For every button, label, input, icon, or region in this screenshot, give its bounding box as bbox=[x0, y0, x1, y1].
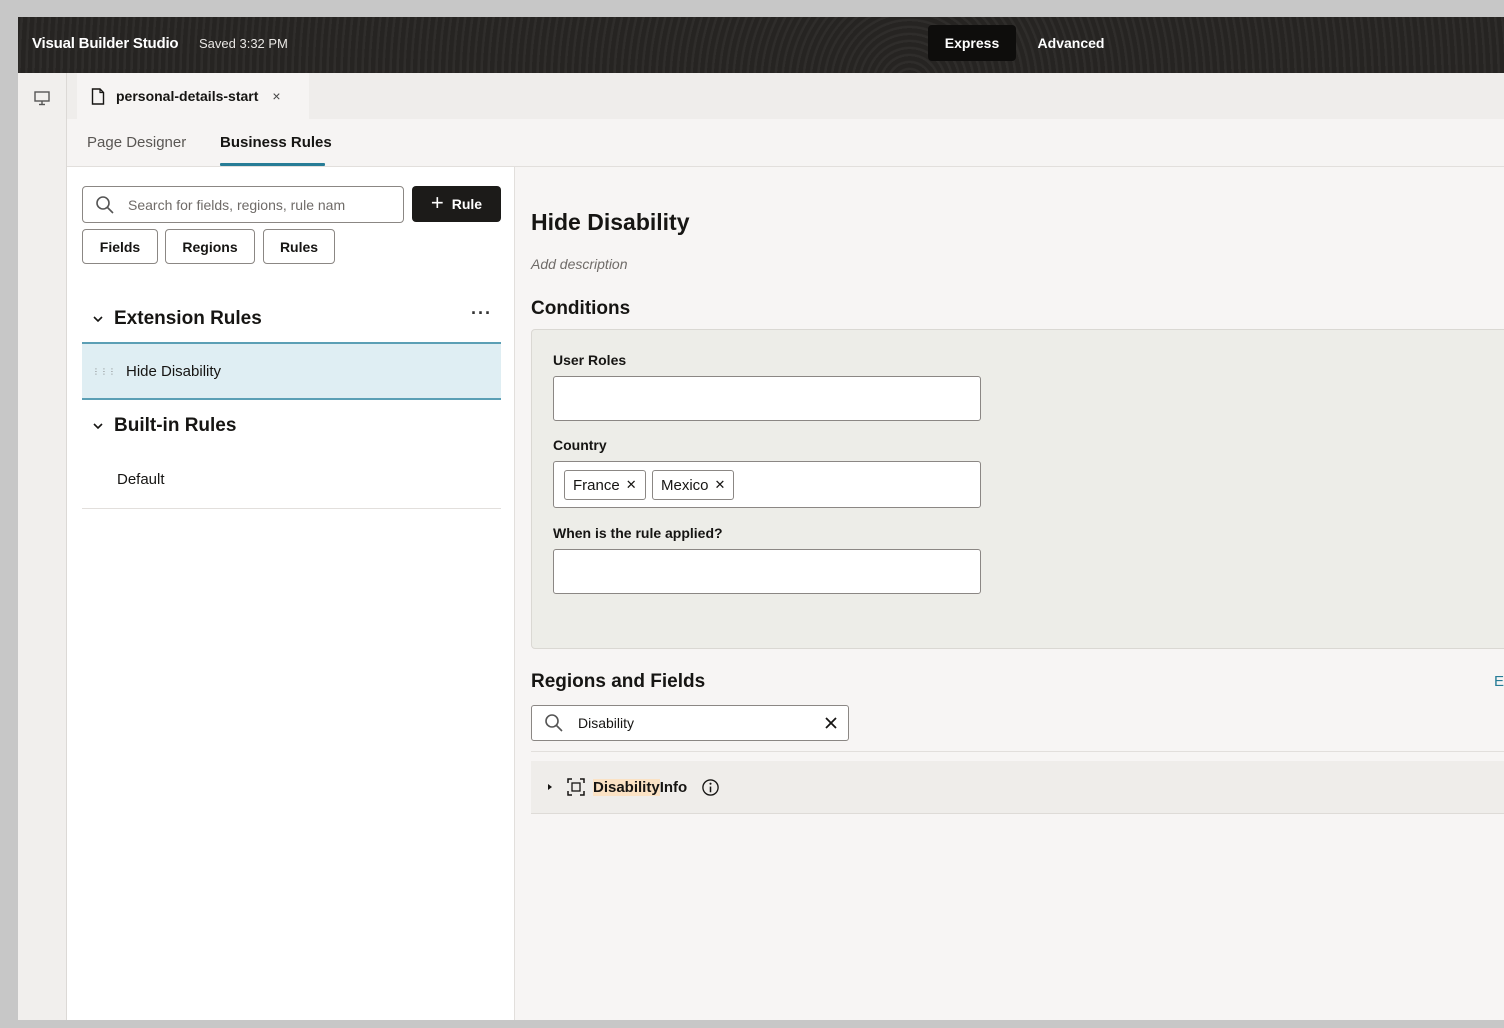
country-label: Country bbox=[553, 437, 607, 453]
when-applied-label: When is the rule applied? bbox=[553, 525, 723, 541]
rule-title[interactable]: Hide Disability bbox=[531, 209, 689, 236]
add-rule-button[interactable]: + Rule bbox=[412, 186, 501, 222]
document-tab[interactable]: personal-details-start × bbox=[77, 73, 309, 119]
rule-item-hide-disability[interactable]: ⋮⋮⋮ Hide Disability bbox=[82, 342, 501, 400]
remove-chip-icon[interactable]: ✕ bbox=[715, 477, 726, 493]
app-name: Visual Builder Studio bbox=[32, 35, 179, 52]
filter-fields-button[interactable]: Fields bbox=[82, 229, 158, 264]
regions-search-value: Disability bbox=[578, 715, 635, 731]
chevron-down-icon bbox=[93, 423, 103, 430]
country-chip-mexico[interactable]: Mexico ✕ bbox=[652, 470, 735, 500]
region-icon bbox=[567, 778, 585, 796]
app-frame: Visual Builder Studio Saved 3:32 PM Expr… bbox=[18, 17, 1504, 1020]
search-placeholder: Search for fields, regions, rule nam bbox=[128, 196, 346, 213]
document-tab-strip: personal-details-start × bbox=[67, 73, 1504, 119]
filter-regions-button[interactable]: Regions bbox=[165, 229, 255, 264]
conditions-box: User Roles Country France ✕ Mexico ✕ Whe… bbox=[531, 329, 1504, 649]
region-name: Info bbox=[659, 778, 688, 796]
conditions-heading: Conditions bbox=[531, 298, 631, 319]
search-icon bbox=[96, 195, 114, 214]
extension-rules-header[interactable]: Extension Rules bbox=[92, 308, 262, 330]
clear-search-icon[interactable] bbox=[824, 716, 838, 730]
chip-label: France bbox=[573, 476, 620, 494]
info-icon[interactable] bbox=[701, 778, 720, 797]
plus-icon: + bbox=[430, 190, 444, 215]
left-rail bbox=[18, 73, 67, 1020]
caret-right-icon[interactable] bbox=[546, 783, 554, 791]
chip-label: Mexico bbox=[661, 476, 709, 494]
more-options-icon[interactable]: ··· bbox=[471, 303, 492, 324]
drag-handle-icon[interactable]: ⋮⋮⋮ bbox=[92, 367, 116, 376]
builtin-rules-header[interactable]: Built-in Rules bbox=[92, 415, 236, 437]
tree-row-disability-info[interactable]: Disability Info bbox=[531, 761, 1504, 814]
add-rule-label: Rule bbox=[451, 196, 483, 212]
save-status: Saved 3:32 PM bbox=[199, 36, 288, 51]
extension-rules-title: Extension Rules bbox=[114, 308, 262, 329]
rule-item-default[interactable]: Default bbox=[82, 450, 501, 509]
user-roles-label: User Roles bbox=[553, 352, 627, 368]
regions-search-input[interactable]: Disability bbox=[531, 705, 849, 741]
rule-description-field[interactable]: Add description bbox=[531, 256, 628, 272]
rules-list-panel: Search for fields, regions, rule nam + R… bbox=[67, 167, 515, 1020]
divider bbox=[531, 751, 1504, 752]
search-icon bbox=[545, 714, 563, 732]
rule-item-label: Default bbox=[117, 470, 165, 488]
rule-item-label: Hide Disability bbox=[126, 362, 222, 380]
country-chip-france[interactable]: France ✕ bbox=[564, 470, 646, 500]
active-tab-indicator bbox=[220, 163, 325, 166]
regions-fields-heading: Regions and Fields bbox=[531, 671, 706, 692]
desktop-preview-icon[interactable] bbox=[33, 89, 51, 107]
rules-search-input[interactable]: Search for fields, regions, rule nam bbox=[82, 186, 404, 223]
mode-express-button[interactable]: Express bbox=[928, 25, 1016, 61]
tab-page-designer[interactable]: Page Designer bbox=[87, 134, 186, 151]
expand-all-link[interactable]: E bbox=[1494, 673, 1504, 690]
close-tab-icon[interactable]: × bbox=[272, 88, 280, 104]
mode-advanced-button[interactable]: Advanced bbox=[1026, 25, 1116, 61]
filter-rules-button[interactable]: Rules bbox=[263, 229, 335, 264]
chevron-down-icon bbox=[93, 316, 103, 323]
search-match-highlight: Disability bbox=[593, 778, 660, 796]
country-multiselect[interactable]: France ✕ Mexico ✕ bbox=[553, 461, 981, 508]
remove-chip-icon[interactable]: ✕ bbox=[626, 477, 637, 493]
tab-business-rules[interactable]: Business Rules bbox=[220, 134, 332, 151]
document-icon bbox=[91, 87, 105, 105]
user-roles-input[interactable] bbox=[553, 376, 981, 421]
builtin-rules-title: Built-in Rules bbox=[114, 415, 237, 436]
subtab-bar: Page Designer Business Rules bbox=[67, 119, 1504, 167]
document-tab-label: personal-details-start bbox=[116, 88, 259, 104]
rule-editor-panel: Hide Disability Add description Conditio… bbox=[515, 167, 1504, 1020]
top-header: Visual Builder Studio Saved 3:32 PM Expr… bbox=[18, 17, 1504, 73]
when-applied-input[interactable] bbox=[553, 549, 981, 594]
